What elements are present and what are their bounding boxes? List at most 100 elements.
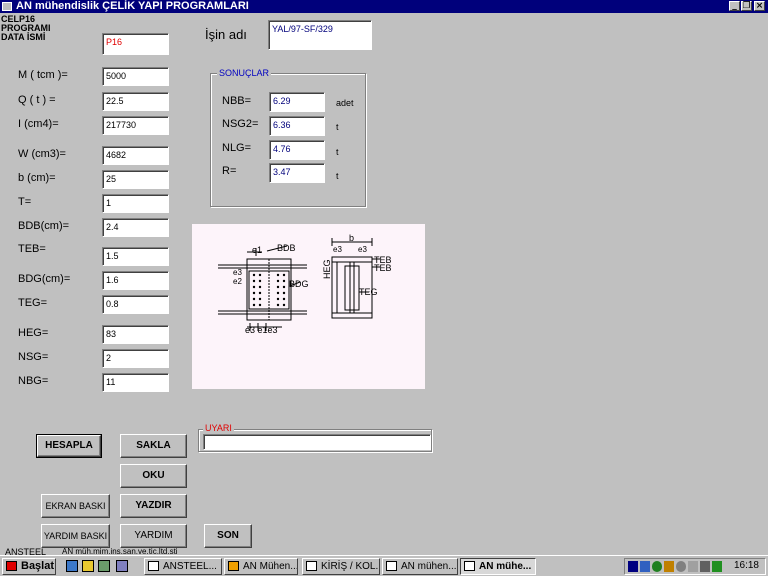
desktop-icon[interactable]: [98, 560, 110, 572]
input-label-m: M ( tcm )=: [18, 69, 68, 81]
input-teg-field[interactable]: 0.8: [102, 295, 169, 314]
input-w-field[interactable]: 4682: [102, 146, 169, 165]
warning-title: UYARI: [203, 423, 234, 433]
input-label-w: W (cm3)=: [18, 148, 66, 160]
son-button[interactable]: SON: [204, 524, 252, 548]
data-name-field[interactable]: P16: [102, 33, 169, 55]
tray-icon-6[interactable]: [688, 561, 698, 572]
clock[interactable]: 16:18: [734, 560, 759, 571]
input-label-nbg: NBG=: [18, 375, 49, 387]
title-bar[interactable]: AN mühendislik ÇELİK YAPI PROGRAMLARI _ …: [0, 0, 768, 13]
tray-icon-4[interactable]: [664, 561, 674, 572]
outlook-icon[interactable]: [82, 560, 94, 572]
input-label-nsg: NSG=: [18, 351, 49, 363]
diagram-label-bdb: BDB: [277, 243, 296, 253]
task-an-muhe-active[interactable]: AN mühe...: [460, 558, 536, 575]
input-nbg-field[interactable]: 11: [102, 373, 169, 392]
job-name-field[interactable]: YAL/97-SF/329: [268, 20, 372, 50]
tray-icon-8[interactable]: [712, 561, 722, 572]
windows-logo-icon: [6, 561, 17, 571]
result-label-nlg: NLG=: [222, 142, 252, 154]
volume-icon[interactable]: [700, 561, 710, 572]
input-bdb-field[interactable]: 2.4: [102, 218, 169, 237]
result-nbb-field[interactable]: 6.29: [269, 92, 325, 112]
result-label-r: R=: [222, 165, 237, 177]
task-an-muhen-2[interactable]: AN mühen...: [382, 558, 458, 575]
input-label-bdg: BDG(cm)=: [18, 273, 71, 285]
ekran-baski-button[interactable]: EKRAN BASKI: [41, 494, 110, 518]
input-q-field[interactable]: 22.5: [102, 92, 169, 111]
internet-explorer-icon[interactable]: [66, 560, 78, 572]
program-line-3: DATA İSMİ: [1, 32, 46, 42]
diagram-label-bdg: BDG: [289, 279, 309, 289]
diagram-label-b: b: [349, 233, 355, 243]
task-label: AN mühe...: [479, 561, 532, 572]
start-label: Başlat: [21, 560, 55, 572]
maximize-button[interactable]: ❐: [741, 1, 752, 11]
close-button[interactable]: ×: [754, 1, 765, 11]
input-heg-field[interactable]: 83: [102, 325, 169, 344]
tray-icon-2[interactable]: [640, 561, 650, 572]
input-nsg-field[interactable]: 2: [102, 349, 169, 368]
window-icon: [464, 561, 475, 571]
input-label-teg: TEG=: [18, 297, 48, 309]
result-nlg-field[interactable]: 4.76: [269, 140, 325, 160]
result-unit-nlg: t: [336, 147, 339, 157]
yazdir-button[interactable]: YAZDIR: [120, 494, 187, 518]
diagram-label-teg: TEG: [359, 287, 378, 297]
diagram-label-e3-left: e3: [333, 245, 342, 254]
diagram-label-e3: e3: [233, 268, 242, 277]
input-label-q: Q ( t ) =: [18, 94, 56, 106]
yardim-baski-button[interactable]: YARDIM BASKI: [41, 524, 110, 548]
window-icon: [306, 561, 317, 571]
input-label-heg: HEG=: [18, 327, 49, 339]
task-ansteel[interactable]: ANSTEEL...: [144, 558, 222, 575]
window-icon: [386, 561, 397, 571]
tray-icon-1[interactable]: [628, 561, 638, 572]
result-r-field[interactable]: 3.47: [269, 163, 325, 183]
sakla-button[interactable]: SAKLA: [120, 434, 187, 458]
window-title: AN mühendislik ÇELİK YAPI PROGRAMLARI: [16, 0, 249, 12]
input-label-t: T=: [18, 196, 32, 208]
oku-button[interactable]: OKU: [120, 464, 187, 488]
connection-diagram-drawing: [218, 238, 380, 331]
channels-icon[interactable]: [116, 560, 128, 572]
start-button[interactable]: Başlat: [2, 558, 56, 575]
input-label-bdb: BDB(cm)=: [18, 220, 70, 232]
task-label: AN Mühen...: [243, 561, 298, 572]
diagram-label-teb-2: TEB: [374, 263, 392, 273]
input-i-field[interactable]: 217730: [102, 116, 169, 135]
system-tray: 16:18: [624, 558, 766, 575]
connection-diagram: e1 BDB BDG e3 e2 e3 e1e3 b e3 e3 TEB TEB…: [192, 224, 425, 389]
input-m-field[interactable]: 5000: [102, 67, 169, 86]
hesapla-button[interactable]: HESAPLA: [36, 434, 102, 458]
result-unit-nbb: adet: [336, 98, 354, 108]
diagram-label-heg: HEG: [322, 259, 332, 279]
diagram-label-bottom: e3 e1e3: [245, 325, 278, 335]
input-t-field[interactable]: 1: [102, 194, 169, 213]
app-icon[interactable]: [2, 2, 12, 11]
input-bdg-field[interactable]: 1.6: [102, 271, 169, 290]
yardim-button[interactable]: YARDIM: [120, 524, 187, 548]
result-unit-nsg2: t: [336, 122, 339, 132]
task-kiris-kol[interactable]: KİRİŞ / KOL...: [302, 558, 380, 575]
input-teb-field[interactable]: 1.5: [102, 247, 169, 266]
task-an-muhen-1[interactable]: AN Mühen...: [224, 558, 298, 575]
tray-icon-3[interactable]: [652, 561, 662, 572]
diagram-label-e3-right: e3: [358, 245, 367, 254]
warning-field[interactable]: [203, 434, 431, 450]
window-icon: [148, 561, 159, 571]
tray-icon-5[interactable]: [676, 561, 686, 572]
task-label: ANSTEEL...: [163, 561, 217, 572]
input-label-teb: TEB=: [18, 243, 46, 255]
diagram-label-e1: e1: [252, 245, 263, 255]
minimize-button[interactable]: _: [729, 1, 740, 11]
result-label-nsg2: NSG2=: [222, 118, 259, 130]
input-b-field[interactable]: 25: [102, 170, 169, 189]
result-unit-r: t: [336, 171, 339, 181]
task-label: AN mühen...: [401, 561, 457, 572]
result-nsg2-field[interactable]: 6.36: [269, 116, 325, 136]
results-title: SONUÇLAR: [217, 68, 272, 78]
taskbar: Başlat ANSTEEL... AN Mühen... KİRİŞ / KO…: [0, 555, 768, 576]
input-label-b: b (cm)=: [18, 172, 56, 184]
